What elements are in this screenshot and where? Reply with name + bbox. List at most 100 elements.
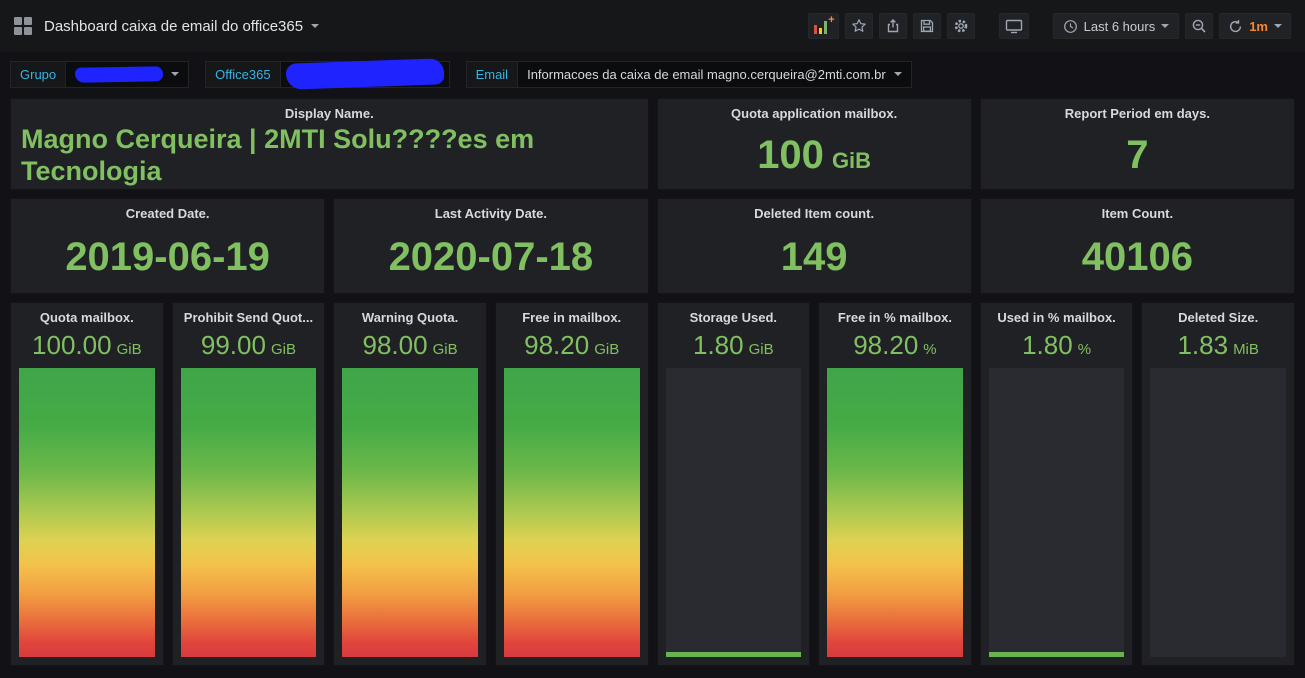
bar-gauge (827, 368, 963, 657)
navbar: Dashboard caixa de email do office365 + (0, 0, 1305, 52)
panel-title[interactable]: Deleted Item count. (658, 199, 971, 221)
save-icon (920, 19, 933, 33)
navbar-left: Dashboard caixa de email do office365 (14, 17, 320, 35)
variables-row: Grupo Office365 Email Informacoes da cai… (0, 52, 1305, 96)
refresh-interval-label: 1m (1249, 18, 1268, 34)
panel-deleted-size: Deleted Size. 1.83 MiB (1141, 302, 1295, 666)
stat-value-container: 2019-06-19 (11, 221, 324, 293)
panel-title[interactable]: Report Period em days. (981, 99, 1294, 121)
panel-display-name: Display Name. Magno Cerqueira | 2MTI Sol… (10, 98, 649, 190)
panel-title[interactable]: Display Name. (11, 99, 648, 121)
zoom-out-button[interactable] (1185, 13, 1214, 39)
gear-icon (954, 19, 967, 33)
bar-gauge-fill (19, 368, 155, 657)
panel-title[interactable]: Prohibit Send Quot... (173, 303, 325, 325)
add-panel-button[interactable]: + (807, 13, 839, 39)
bar-gauge-fill (180, 368, 317, 657)
caret-down-icon (171, 72, 180, 76)
panel-title[interactable]: Storage Used. (658, 303, 810, 325)
stat-value: 2020-07-18 (388, 235, 594, 279)
panel-title[interactable]: Deleted Size. (1142, 303, 1294, 325)
panel-prohibit-send-quota: Prohibit Send Quot... 99.00 GiB (171, 302, 326, 666)
gauge-value: 98.00 GiB (334, 325, 486, 358)
panel-title[interactable]: Quota application mailbox. (658, 99, 971, 121)
gauge-unit: GiB (270, 341, 296, 358)
panel-title[interactable]: Item Count. (981, 199, 1294, 221)
time-range-button[interactable]: Last 6 hours (1052, 13, 1180, 39)
redacted-value (285, 58, 444, 90)
stat-value-container: Magno Cerqueira | 2MTI Solu????es em Tec… (11, 121, 648, 189)
email-dropdown[interactable]: Informacoes da caixa de email magno.cerq… (517, 60, 912, 88)
gauge-number: 98.20 (853, 330, 919, 360)
navbar-right: + Last 6 hours 1m (807, 13, 1291, 39)
bar-gauge-fill (503, 368, 640, 657)
stat-value: 2019-06-19 (65, 235, 270, 279)
gauge-unit: GiB (594, 341, 620, 358)
refresh-icon (1230, 19, 1242, 32)
share-icon (887, 19, 898, 33)
caret-down-icon (1161, 24, 1170, 28)
caret-down-icon (1274, 24, 1282, 28)
time-range-label: Last 6 hours (1083, 18, 1156, 34)
panel-title[interactable]: Last Activity Date. (334, 199, 647, 221)
bar-gauge (180, 368, 317, 657)
settings-button[interactable] (946, 13, 975, 39)
gauge-unit: MiB (1233, 341, 1259, 358)
panel-title[interactable]: Created Date. (11, 199, 324, 221)
save-button[interactable] (912, 13, 941, 39)
zoom-out-icon (1192, 19, 1206, 33)
bar-gauge-fill (342, 368, 478, 657)
panel-warning-quota: Warning Quota. 98.00 GiB (333, 302, 487, 666)
dashboard-title-button[interactable]: Dashboard caixa de email do office365 (44, 18, 320, 35)
panel-quota-mailbox: Quota mailbox. 100.00 GiB (10, 302, 164, 666)
stat-value: 7 (1126, 133, 1149, 177)
cycle-view-button[interactable] (998, 13, 1029, 39)
bar-gauge (1150, 368, 1286, 657)
stat-value-container: 149 (658, 221, 971, 293)
refresh-button[interactable]: 1m (1219, 13, 1291, 39)
stat-value: 100 (757, 133, 824, 177)
stat-value-container: 2020-07-18 (334, 221, 647, 293)
dashboard-grid: Display Name. Magno Cerqueira | 2MTI Sol… (0, 96, 1305, 676)
panel-free-in-mailbox: Free in mailbox. 98.20 GiB (494, 302, 649, 666)
gauge-value: 1.80 GiB (658, 325, 810, 358)
stat-value: 149 (780, 235, 848, 279)
gauge-number: 100.00 (32, 330, 112, 360)
office365-label: Office365 (205, 60, 280, 88)
office365-dropdown[interactable] (279, 58, 450, 90)
share-button[interactable] (878, 13, 907, 39)
star-button[interactable] (844, 13, 873, 39)
gauge-number: 98.20 (524, 330, 590, 360)
gauge-unit: % (1077, 341, 1092, 358)
clock-icon (1063, 19, 1077, 33)
gauge-number: 1.80 (1022, 330, 1073, 360)
gauge-value: 1.83 MiB (1142, 325, 1294, 358)
bar-gauge (988, 368, 1125, 657)
grupo-dropdown[interactable] (65, 60, 190, 88)
gauge-number: 98.00 (362, 330, 428, 360)
grafana-logo-icon[interactable] (14, 17, 32, 35)
gauge-value: 98.20 GiB (496, 325, 648, 358)
bar-gauge (19, 368, 155, 657)
panel-title[interactable]: Quota mailbox. (11, 303, 163, 325)
panel-title[interactable]: Used in % mailbox. (981, 303, 1133, 325)
gauge-unit: GiB (116, 341, 142, 358)
panel-title[interactable]: Free in % mailbox. (819, 303, 971, 325)
bar-gauge (503, 368, 640, 657)
bar-gauge-fill (988, 651, 1125, 657)
stat-value-container: 40106 (981, 221, 1294, 293)
stat-value-container: 100 GiB (658, 121, 971, 189)
grupo-label: Grupo (10, 60, 66, 88)
gauge-value: 100.00 GiB (11, 325, 163, 358)
panel-title[interactable]: Warning Quota. (334, 303, 486, 325)
panel-deleted-item-count: Deleted Item count. 149 (656, 198, 972, 294)
panel-last-activity-date: Last Activity Date. 2020-07-18 (333, 198, 649, 294)
gauge-value: 98.20 % (819, 325, 971, 358)
monitor-icon (1005, 19, 1022, 34)
display-name-value: Magno Cerqueira | 2MTI Solu????es em Tec… (21, 123, 535, 186)
gauge-unit: % (923, 341, 937, 358)
bar-gauge (665, 368, 802, 657)
panel-title[interactable]: Free in mailbox. (496, 303, 648, 325)
gauge-number: 1.80 (693, 330, 744, 360)
redacted-value (75, 65, 164, 83)
